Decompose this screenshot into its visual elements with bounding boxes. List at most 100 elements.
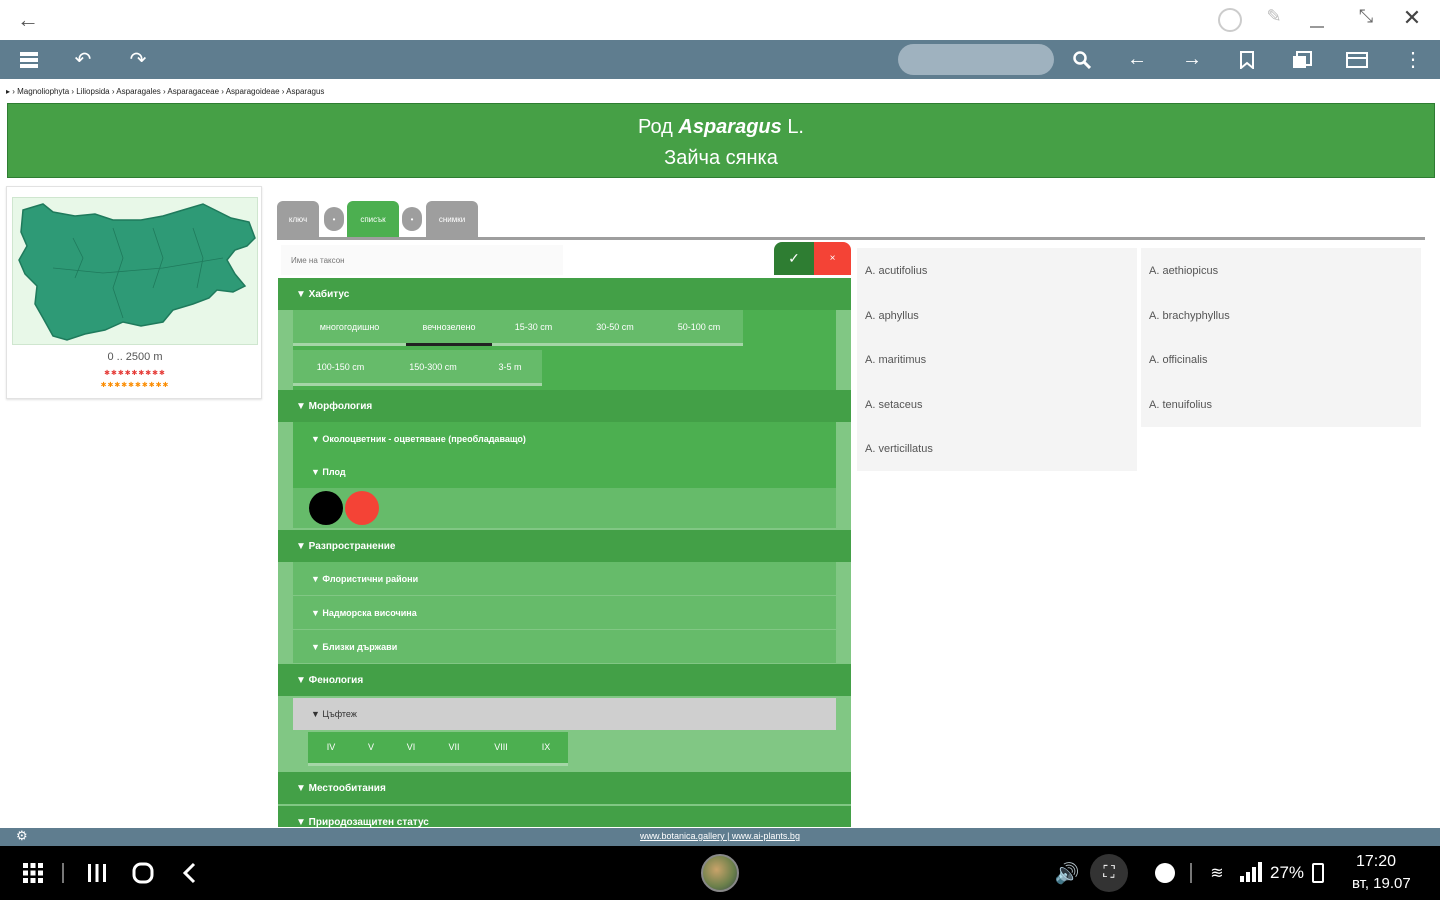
species-item[interactable]: A. tenuifolius — [1141, 382, 1421, 427]
subsection-perianth-color[interactable]: ▼ Околоцветник - оцветяване (преобладава… — [293, 422, 836, 455]
species-item[interactable]: A. maritimus — [857, 337, 1137, 382]
rating-stars-orange: ✱✱✱✱✱✱✱✱✱✱ — [100, 382, 170, 389]
species-item[interactable]: A. officinalis — [1141, 337, 1421, 382]
close-icon[interactable]: ✕ — [1400, 5, 1424, 33]
section-phenology[interactable]: ▼ Фенология — [278, 664, 851, 696]
bulgaria-map-icon — [18, 203, 256, 341]
window-title-bar: ← ✎ ⤡ ✕ — [0, 0, 1440, 40]
rank-label: Род — [637, 116, 673, 138]
app-thumbnail-icon[interactable] — [701, 854, 739, 892]
nav-divider — [62, 863, 64, 883]
subsection-neighbor-countries[interactable]: ▼ Близки държави — [293, 630, 836, 663]
genus-title: Род Asparagus L. — [8, 116, 1434, 139]
fruit-color-black[interactable] — [309, 491, 343, 525]
taxon-name-input[interactable] — [281, 245, 563, 275]
signal-icon — [1240, 862, 1262, 882]
footer-links[interactable]: www.botanica.gallery | www.ai-plants.bg — [0, 831, 1440, 841]
species-item[interactable]: A. aethiopicus — [1141, 248, 1421, 293]
system-nav-bar: 🔊 ⛶ ≋ 27% 17:20 вт, 19.07 — [0, 846, 1440, 900]
notification-badge-icon[interactable] — [1155, 863, 1175, 883]
redo-icon[interactable]: ↷ — [118, 40, 158, 79]
tab-underline — [277, 237, 1425, 240]
section-habit[interactable]: ▼ Хабитус — [278, 278, 851, 310]
filter-panel: ▼ Хабитус многогодишно вечнозелено 15-30… — [278, 278, 851, 827]
clear-filter-button[interactable]: × — [814, 242, 851, 275]
fruit-color-red[interactable] — [345, 491, 379, 525]
bookmarks-list-icon[interactable] — [1282, 40, 1322, 79]
species-list: A. acutifolius A. aethiopicus A. aphyllu… — [857, 248, 1425, 473]
clock-date: вт, 19.07 — [1352, 875, 1411, 892]
species-item[interactable]: A. verticillatus — [857, 426, 1137, 471]
habit-chip[interactable]: 150-300 cm — [388, 350, 478, 386]
tab-photos[interactable]: снимки — [426, 201, 478, 237]
subsection-altitude[interactable]: ▼ Надморска височина — [293, 596, 836, 629]
back-arrow-icon[interactable]: ← — [14, 6, 42, 34]
section-habitat[interactable]: ▼ Местообитания — [278, 772, 851, 804]
nav-back-icon[interactable]: ← — [1117, 40, 1157, 79]
section-morphology[interactable]: ▼ Морфология — [278, 390, 851, 422]
wifi-icon: ≋ — [1210, 865, 1224, 882]
battery-percent: 27% — [1270, 863, 1305, 882]
app-toolbar: ↶ ↷ ← → ⋮ — [0, 40, 1440, 79]
month-chip[interactable]: VII — [438, 732, 470, 762]
habit-chip[interactable]: 15-30 cm — [492, 310, 575, 346]
distribution-map-card: 0 .. 2500 m ✱✱✱✱✱✱✱✱✱ ✱✱✱✱✱✱✱✱✱✱ — [6, 186, 262, 399]
minimize-icon[interactable] — [1310, 26, 1324, 28]
month-chip[interactable]: IV — [316, 732, 346, 762]
page-footer: ⚙ www.botanica.gallery | www.ai-plants.b… — [0, 828, 1440, 846]
undo-icon[interactable]: ↶ — [63, 40, 103, 79]
volume-icon[interactable]: 🔊 — [1052, 846, 1082, 900]
pin-icon[interactable]: ✎ — [1262, 6, 1286, 32]
species-item[interactable]: A. brachyphyllus — [1141, 293, 1421, 338]
resize-icon[interactable]: ⤡ — [1354, 6, 1378, 32]
genus-author: L. — [787, 116, 804, 138]
more-vertical-icon[interactable]: ⋮ — [1393, 40, 1433, 79]
tab-separator[interactable]: • — [402, 207, 422, 231]
search-icon[interactable] — [1062, 40, 1102, 79]
habit-chip[interactable]: 3-5 m — [478, 350, 542, 386]
nav-forward-icon[interactable]: → — [1172, 40, 1212, 79]
month-chip[interactable]: IX — [532, 732, 560, 762]
clock-time: 17:20 — [1356, 853, 1397, 870]
tab-separator[interactable]: • — [324, 207, 344, 231]
species-item[interactable]: A. aphyllus — [857, 293, 1137, 338]
tab-key[interactable]: ключ — [277, 201, 319, 237]
window-icon[interactable] — [1337, 40, 1377, 79]
habit-chip[interactable]: многогодишно — [293, 310, 406, 346]
species-item[interactable]: A. setaceus — [857, 382, 1137, 427]
subsection-floristic-regions[interactable]: ▼ Флористични райони — [293, 562, 836, 595]
subsection-fruit[interactable]: ▼ Плод — [293, 455, 836, 488]
habit-chip[interactable]: 30-50 cm — [575, 310, 655, 346]
species-item[interactable]: A. acutifolius — [857, 248, 1137, 293]
subsection-flowering[interactable]: ▼ Цъфтеж — [293, 698, 836, 730]
month-chip[interactable]: V — [356, 732, 386, 762]
habit-chip[interactable]: 50-100 cm — [655, 310, 743, 346]
common-name: Зайча сянка — [664, 147, 778, 169]
apply-filter-button[interactable]: ✓ — [774, 242, 814, 275]
section-distribution[interactable]: ▼ Разпространение — [278, 530, 851, 562]
home-icon[interactable] — [126, 846, 160, 900]
fruit-color-options — [293, 488, 836, 528]
status-divider — [1190, 863, 1192, 883]
toolbar-search-input[interactable] — [898, 44, 1054, 75]
bookmark-icon[interactable] — [1227, 40, 1267, 79]
habit-chip[interactable]: вечнозелено — [406, 310, 492, 346]
tab-list[interactable]: списък — [347, 201, 399, 237]
rating-stars-red: ✱✱✱✱✱✱✱✱✱ — [104, 370, 166, 377]
habit-chip[interactable]: 100-150 cm — [293, 350, 388, 386]
distribution-map[interactable] — [12, 197, 258, 345]
back-icon[interactable] — [172, 846, 206, 900]
battery-icon — [1312, 863, 1324, 883]
section-conservation-status[interactable]: ▼ Природозащитен статус — [278, 806, 851, 827]
breadcrumb[interactable]: ▸ › Magnoliophyta › Liliopsida › Asparag… — [6, 87, 324, 96]
menu-grid-icon[interactable] — [9, 40, 49, 79]
recent-apps-icon[interactable] — [80, 846, 114, 900]
altitude-range: 0 .. 2500 m — [107, 351, 163, 363]
apps-grid-icon[interactable] — [16, 846, 50, 900]
month-chip[interactable]: VIII — [484, 732, 518, 762]
screen-capture-icon[interactable]: ⛶ — [1090, 854, 1128, 892]
page-header: Род Asparagus L. Зайча сянка — [7, 103, 1435, 178]
screenshot-icon[interactable] — [1218, 8, 1242, 32]
genus-name: Asparagus — [678, 116, 782, 138]
month-chip[interactable]: VI — [396, 732, 426, 762]
